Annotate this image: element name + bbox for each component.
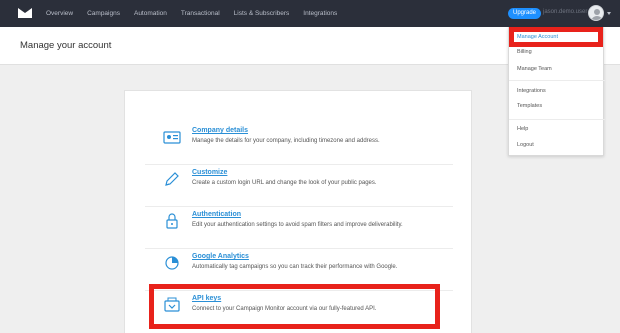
logo-envelope-icon[interactable] (18, 8, 32, 18)
settings-item-description: Automatically tag campaigns so you can t… (192, 264, 398, 270)
menu-item-logout[interactable]: Logout (517, 142, 534, 148)
nav-campaigns[interactable]: Campaigns (87, 10, 120, 17)
page-title: Manage your account (20, 40, 112, 51)
settings-item-title[interactable]: Authentication (192, 211, 241, 218)
settings-item-description: Create a custom login URL and change the… (192, 180, 377, 186)
menu-divider (509, 80, 605, 81)
nav-automation[interactable]: Automation (134, 10, 167, 17)
highlight-api-keys (149, 284, 440, 329)
chevron-down-icon[interactable] (607, 12, 611, 15)
id-card-icon (163, 131, 181, 144)
menu-divider (509, 119, 605, 120)
upgrade-button[interactable]: Upgrade (508, 8, 542, 19)
avatar[interactable] (588, 5, 604, 21)
account-username[interactable]: jason.demo.user (543, 9, 587, 15)
pie-chart-icon (165, 256, 179, 270)
nav-transactional[interactable]: Transactional (181, 10, 220, 17)
settings-item-description: Manage the details for your company, inc… (192, 138, 380, 144)
menu-item-integrations[interactable]: Integrations (517, 88, 546, 94)
top-nav-bar: Overview Campaigns Automation Transactio… (0, 0, 620, 27)
settings-item-authentication[interactable]: Authentication Edit your authentication … (145, 207, 453, 249)
menu-item-manage-team[interactable]: Manage Team (517, 66, 552, 72)
nav-overview[interactable]: Overview (46, 10, 73, 17)
settings-item-title[interactable]: Company details (192, 127, 248, 134)
nav-lists-subscribers[interactable]: Lists & Subscribers (234, 10, 290, 17)
menu-item-billing[interactable]: Billing (517, 49, 532, 55)
pencil-icon (165, 172, 179, 186)
lock-icon (166, 213, 178, 229)
menu-item-help[interactable]: Help (517, 126, 528, 132)
settings-item-title[interactable]: Customize (192, 169, 227, 176)
settings-item-description: Edit your authentication settings to avo… (192, 222, 403, 228)
settings-item-title[interactable]: Google Analytics (192, 253, 249, 260)
nav-integrations[interactable]: Integrations (303, 10, 337, 17)
settings-item-customize[interactable]: Customize Create a custom login URL and … (145, 165, 453, 207)
settings-item-company-details[interactable]: Company details Manage the details for y… (145, 123, 453, 165)
menu-item-templates[interactable]: Templates (517, 103, 542, 109)
avatar-body (591, 16, 603, 20)
highlight-manage-account (509, 27, 603, 47)
main-nav: Overview Campaigns Automation Transactio… (46, 0, 351, 27)
avatar-head (594, 9, 600, 15)
